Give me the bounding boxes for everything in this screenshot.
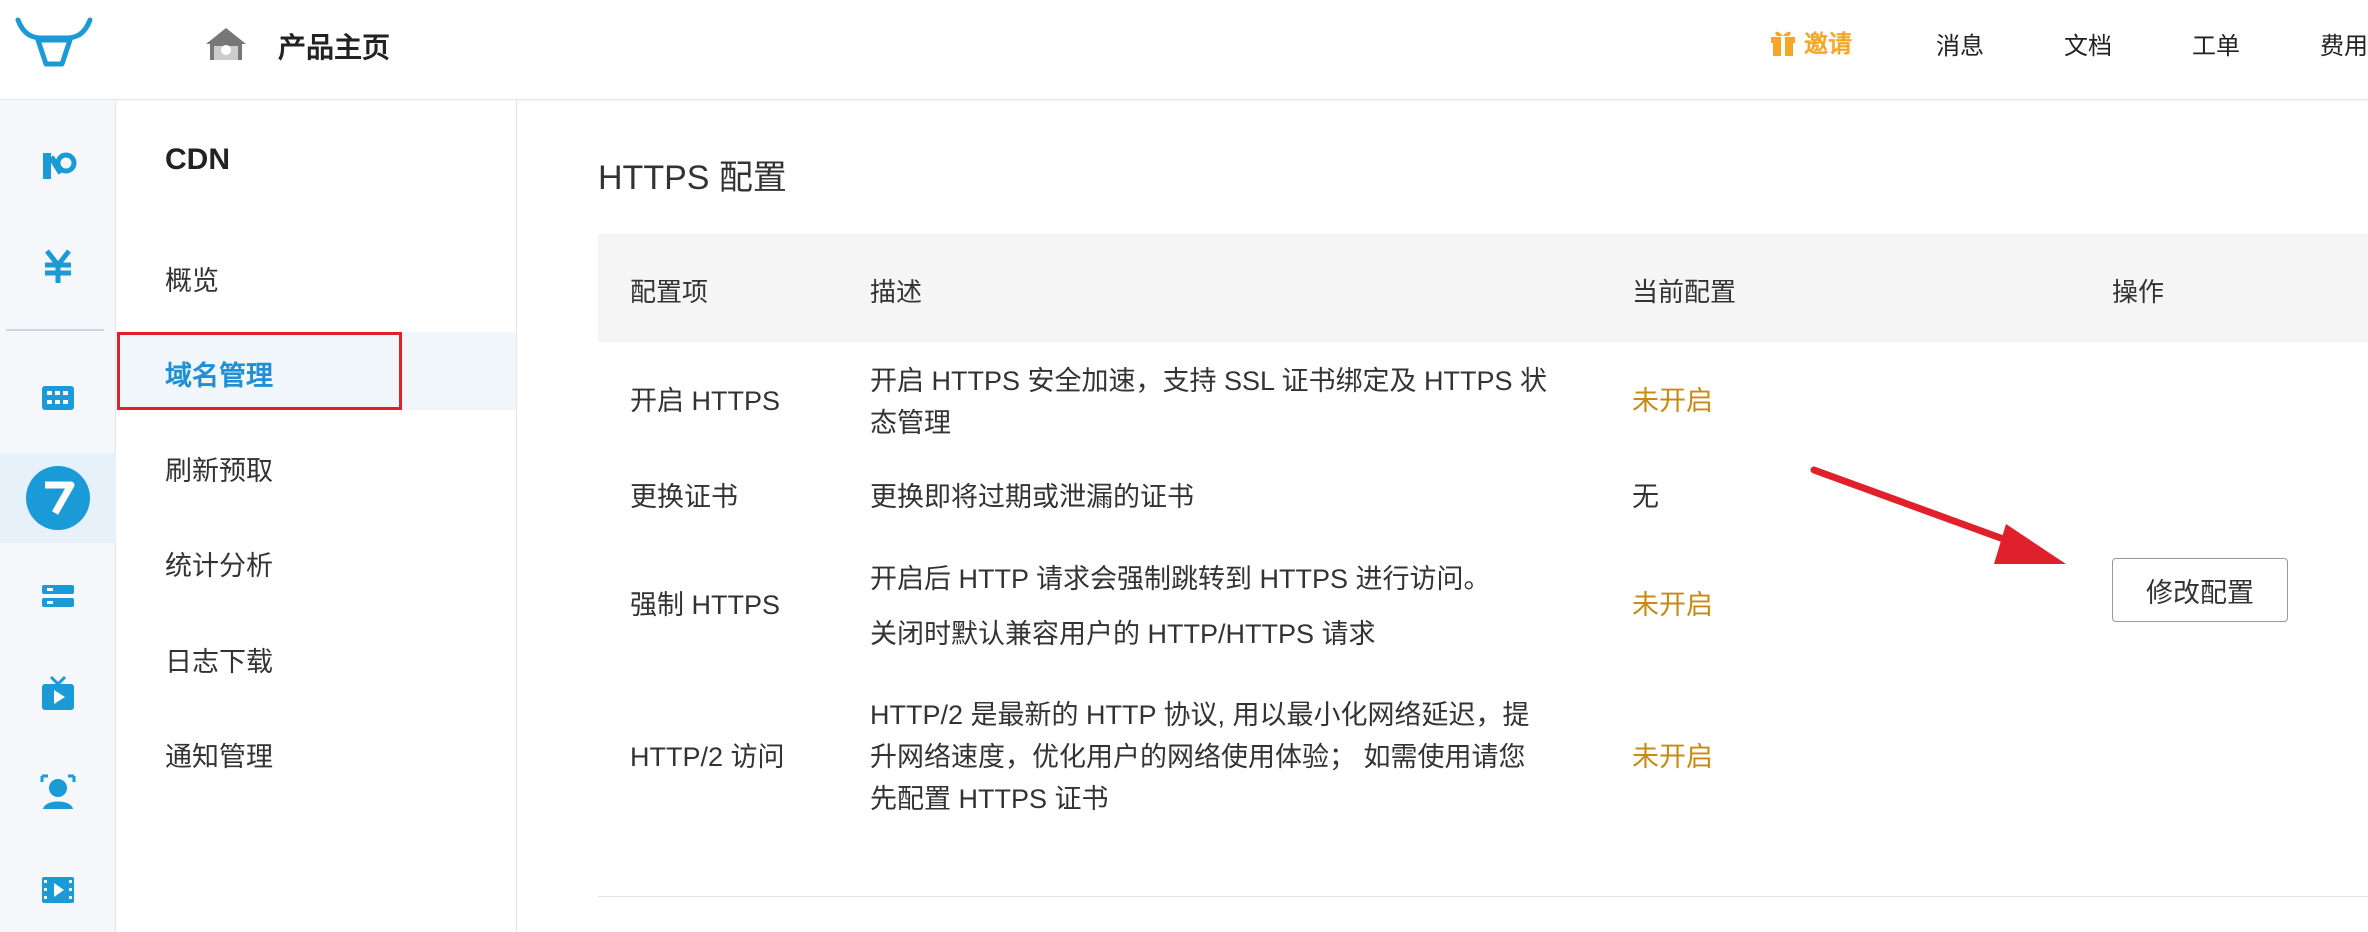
row-https-desc-line2: 态管理 [870, 408, 951, 438]
row-http2-item: HTTP/2 访问 [630, 742, 785, 772]
grid-icon [42, 386, 74, 410]
cdn-icon [26, 466, 90, 530]
row-force-https-item: 强制 HTTPS [630, 590, 781, 620]
row-https-item: 开启 HTTPS [630, 386, 781, 416]
row-http2-desc-line1: HTTP/2 是最新的 HTTP 协议, 用以最小化网络延迟，提 [870, 700, 1530, 730]
cdn-sidebar: CDN 概览 域名管理 刷新预取 统计分析 日志下载 通知管理 [117, 101, 517, 932]
sidebar-item-stats[interactable]: 统计分析 [117, 522, 516, 600]
sidebar-item-label: 日志下载 [165, 647, 273, 677]
row-http2-status: 未开启 [1632, 742, 1713, 772]
rail-item-face[interactable] [0, 749, 116, 835]
gift-icon [1771, 31, 1795, 57]
row-cert-item: 更换证书 [630, 482, 738, 512]
kodo-icon [43, 152, 77, 179]
row-force-https-desc-line1: 开启后 HTTP 请求会强制跳转到 HTTPS 进行访问。 [870, 564, 1491, 594]
sidebar-item-overview[interactable]: 概览 [117, 237, 516, 315]
row-http2-desc-line2: 升网络速度，优化用户的网络使用体验； 如需使用请您 [870, 742, 1526, 772]
home-icon[interactable] [204, 24, 248, 64]
rail-item-dashboard[interactable] [0, 355, 116, 441]
row-https-status: 未开启 [1632, 386, 1713, 416]
nav-tickets[interactable]: 工单 [2192, 26, 2240, 61]
row-force-https-desc-line2: 关闭时默认兼容用户的 HTTP/HTTPS 请求 [870, 619, 1376, 649]
column-header-current: 当前配置 [1632, 277, 1737, 307]
nav-billing[interactable]: 费用 [2320, 26, 2368, 61]
row-cert-status: 无 [1632, 482, 1659, 512]
column-header-item: 配置项 [630, 277, 709, 307]
table-bottom-divider [598, 896, 2368, 897]
invite-link[interactable]: 邀请 [1770, 24, 1852, 59]
column-header-action: 操作 [2112, 277, 2165, 307]
modify-config-button[interactable]: 修改配置 [2112, 558, 2288, 622]
row-force-https-status: 未开启 [1632, 590, 1713, 620]
table-header: 配置项 描述 当前配置 操作 [598, 234, 2368, 342]
rail-item-live[interactable] [0, 651, 116, 737]
film-icon [42, 877, 74, 903]
rail-item-cdn[interactable] [0, 453, 116, 543]
sidebar-item-logs[interactable]: 日志下载 [117, 618, 516, 696]
rail-item-storage[interactable] [0, 553, 116, 639]
rail-item-kodo[interactable] [0, 123, 116, 209]
rail-item-billing[interactable] [0, 223, 116, 309]
list-icon [42, 585, 74, 607]
yen-icon [45, 249, 71, 283]
sidebar-item-label: 通知管理 [165, 742, 273, 772]
row-https-desc-line1: 开启 HTTPS 安全加速，支持 SSL 证书绑定及 HTTPS 状 [870, 366, 1548, 396]
sidebar-item-label: 统计分析 [165, 551, 273, 581]
page-title: HTTPS 配置 [598, 159, 787, 197]
sidebar-item-refresh[interactable]: 刷新预取 [117, 427, 516, 505]
invite-label: 邀请 [1804, 31, 1852, 58]
top-header: 产品主页 邀请 消息 文档 工单 费用 [0, 0, 2368, 100]
red-arrow-annotation-icon [1810, 466, 2066, 564]
face-recognition-icon [40, 774, 76, 809]
column-header-description: 描述 [870, 277, 923, 307]
row-cert-desc-line1: 更换即将过期或泄漏的证书 [870, 482, 1194, 512]
tv-icon [42, 675, 74, 710]
sidebar-title: CDN [165, 143, 230, 176]
product-home-link[interactable]: 产品主页 [278, 26, 390, 66]
sidebar-item-label: 刷新预取 [165, 456, 273, 486]
rail-item-video[interactable] [0, 847, 116, 932]
sidebar-item-notifications[interactable]: 通知管理 [117, 713, 516, 791]
highlight-annotation-box [117, 332, 402, 410]
row-http2-desc-line3: 先配置 HTTPS 证书 [870, 784, 1109, 814]
sidebar-item-label: 概览 [165, 266, 219, 296]
product-icon-rail [0, 101, 116, 932]
rail-divider [6, 329, 104, 331]
bull-logo-icon[interactable] [14, 16, 94, 70]
nav-docs[interactable]: 文档 [2064, 26, 2112, 61]
nav-messages[interactable]: 消息 [1936, 26, 1984, 61]
